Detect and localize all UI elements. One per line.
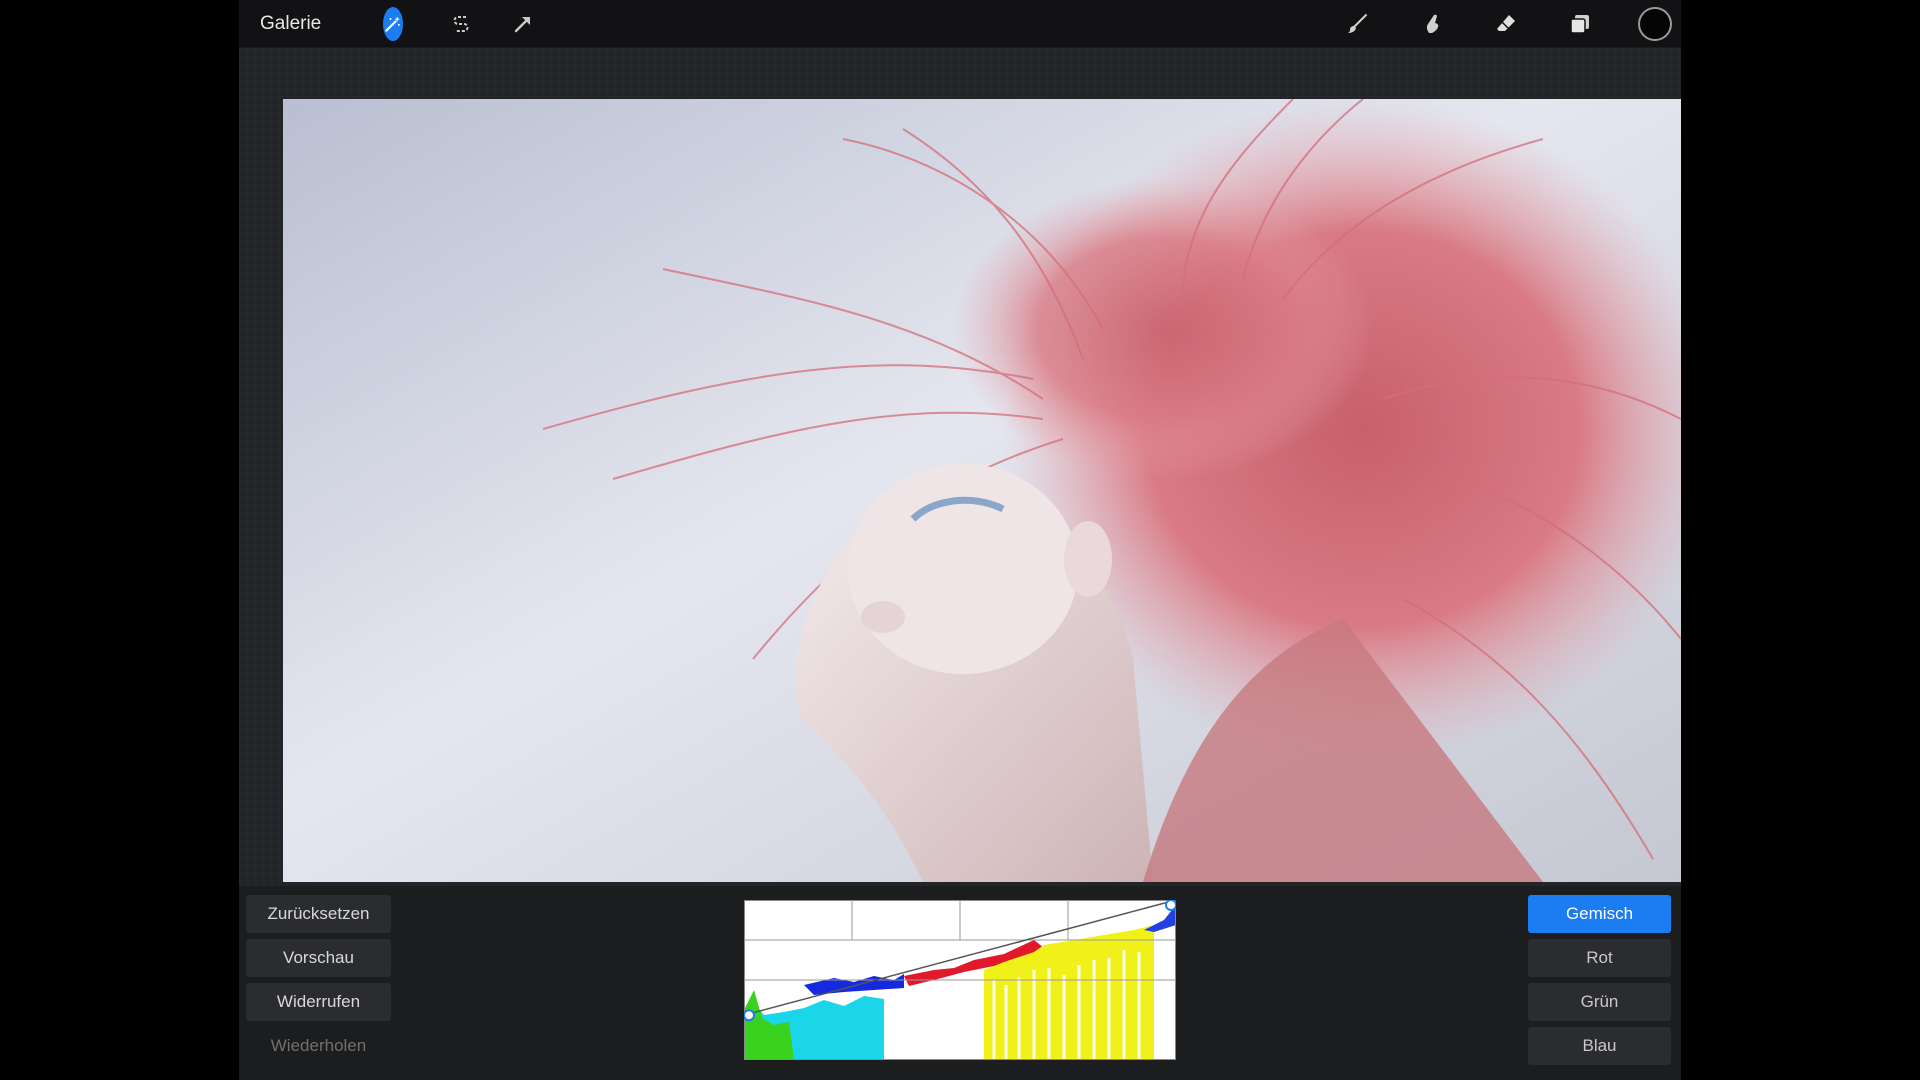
redo-button[interactable]: Wiederholen (246, 1027, 391, 1065)
canvas-image[interactable] (283, 99, 1681, 882)
curves-graph[interactable] (743, 899, 1177, 1060)
procreate-app: Galerie Zurücksetzen Vorschau Widerrufen… (239, 0, 1681, 1080)
curves-panel: Zurücksetzen Vorschau Widerrufen Wiederh… (239, 886, 1681, 1080)
curve-control-point-end[interactable] (1165, 899, 1177, 911)
reset-button[interactable]: Zurücksetzen (246, 895, 391, 933)
canvas-area[interactable] (239, 48, 1681, 886)
color-swatch-icon[interactable] (1637, 0, 1673, 47)
channel-red-button[interactable]: Rot (1528, 939, 1671, 977)
smudge-icon[interactable] (1414, 0, 1450, 47)
eraser-icon[interactable] (1488, 0, 1524, 47)
channel-blue-button[interactable]: Blau (1528, 1027, 1671, 1065)
magic-wand-icon[interactable] (340, 0, 403, 47)
layers-icon[interactable] (1562, 0, 1598, 47)
channel-composite-button[interactable]: Gemisch (1528, 895, 1671, 933)
top-toolbar: Galerie (239, 0, 1681, 48)
preview-button[interactable]: Vorschau (246, 939, 391, 977)
channel-green-button[interactable]: Grün (1528, 983, 1671, 1021)
undo-button[interactable]: Widerrufen (246, 983, 391, 1021)
curve-control-point-start[interactable] (743, 1009, 755, 1022)
brush-icon[interactable] (1339, 0, 1375, 47)
wrench-icon[interactable] (275, 0, 311, 47)
arrow-icon[interactable] (505, 0, 541, 47)
selection-s-icon[interactable] (443, 0, 479, 47)
